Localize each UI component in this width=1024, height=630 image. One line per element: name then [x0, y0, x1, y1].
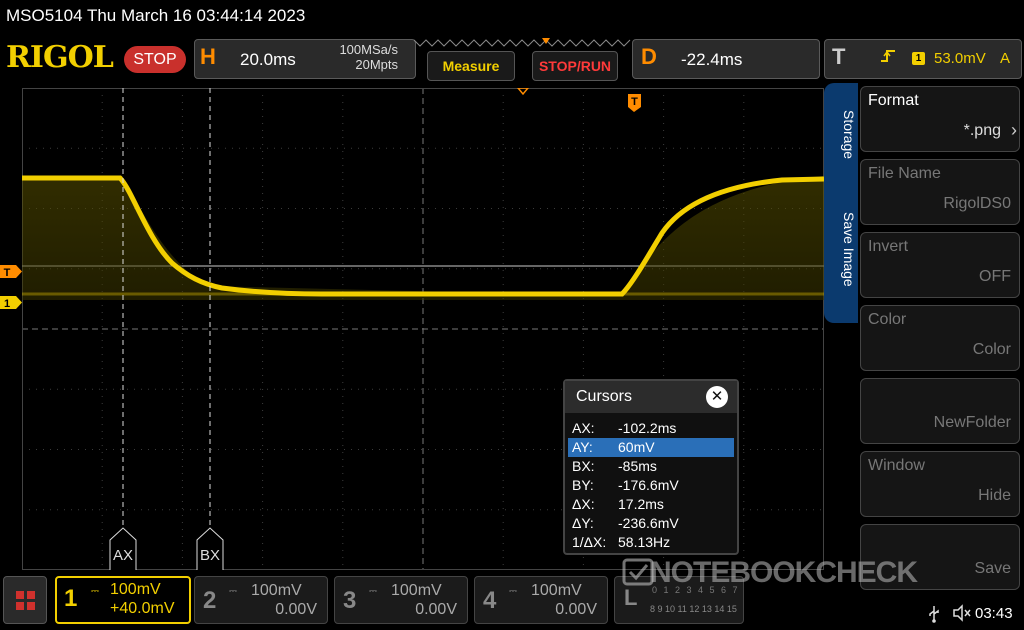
sample-rate: 100MSa/s — [339, 42, 398, 57]
home-button[interactable] — [3, 576, 47, 624]
trigger-source-badge: 1 — [912, 52, 925, 65]
menu-item-label: Color — [868, 311, 907, 328]
timebase-value: 20.0ms — [240, 50, 296, 69]
trigger-level-marker[interactable]: T — [0, 265, 22, 278]
cursor-row-value: 17.2ms — [618, 496, 664, 512]
usb-icon — [927, 605, 941, 627]
menu-item-value: Save — [974, 560, 1011, 577]
trigger-level: 53.0mV — [934, 50, 986, 67]
run-state-badge[interactable]: STOP — [124, 46, 186, 73]
clock: 03:43 — [975, 605, 1013, 622]
cursor-row-key: AX: — [572, 420, 595, 436]
trigger-position-letter: T — [631, 96, 638, 108]
cursor-row[interactable]: BY: -176.6mV — [568, 476, 734, 495]
menu-item-value: Hide — [978, 487, 1011, 504]
trigger-label: T — [832, 44, 846, 69]
cursor-row[interactable]: AY: 60mV — [568, 438, 734, 457]
ch1-offset-marker-number: 1 — [4, 298, 10, 309]
stop-run-button[interactable]: STOP/RUN — [532, 51, 618, 81]
menu-item-value: OFF — [979, 268, 1011, 285]
dc-coupling-icon: ⎓ — [369, 586, 377, 597]
menu-item-value: RigolDS0 — [943, 195, 1011, 212]
channel-offset: 0.00V — [415, 601, 457, 618]
cursor-row[interactable]: 1/ΔX: 58.13Hz — [568, 533, 734, 552]
channel-1-number: 1 — [64, 585, 78, 612]
trigger-mode: A — [1000, 50, 1011, 67]
cursor-row[interactable]: ΔY: -236.6mV — [568, 514, 734, 533]
channel-number: 4 — [483, 587, 497, 614]
cursor-row-value: -102.2ms — [618, 420, 677, 436]
cursor-row-value: 60mV — [618, 439, 655, 455]
cursor-b-label: BX — [200, 547, 220, 564]
channel-number: 3 — [343, 587, 357, 614]
menu-item-label: Window — [868, 457, 925, 474]
cursors-dialog-title: Cursors — [576, 388, 633, 405]
rising-edge-icon — [880, 48, 896, 69]
measure-button[interactable]: Measure — [427, 51, 515, 81]
cursor-row-key: ΔX: — [572, 496, 595, 512]
tab-storage[interactable]: Storage — [827, 110, 857, 180]
menu-item[interactable]: File Name RigolDS0 — [860, 159, 1020, 225]
cursor-row-value: 58.13Hz — [618, 534, 671, 550]
cursor-row-value: -176.6mV — [618, 477, 679, 493]
ch1-offset-marker[interactable]: 1 — [0, 296, 22, 309]
channel-1-scale: 100mV — [110, 581, 161, 598]
device-title: MSO5104 Thu March 16 03:44:14 2023 — [6, 6, 306, 25]
cursor-row-value: -85ms — [618, 458, 657, 474]
channel-offset: 0.00V — [275, 601, 317, 618]
channel-4-box[interactable]: 4 ⎓ 100mV 0.00V — [474, 576, 608, 624]
cursor-row-key: AY: — [572, 439, 593, 455]
channel-2-box[interactable]: 2 ⎓ 100mV 0.00V — [194, 576, 328, 624]
cursor-row[interactable]: BX: -85ms — [568, 457, 734, 476]
menu-item-value: Color — [972, 341, 1011, 358]
memory-depth: 20Mpts — [355, 57, 398, 72]
cursor-row-key: ΔY: — [572, 515, 594, 531]
speaker-muted-icon[interactable] — [952, 604, 972, 627]
cursor-row-key: BX: — [572, 458, 595, 474]
brand-logo: RIGOL — [6, 40, 114, 75]
menu-item-label: Format — [868, 92, 919, 109]
menu-item-label: File Name — [868, 165, 941, 182]
chevron-right-icon: › — [1011, 120, 1017, 140]
memory-position-strip — [414, 38, 631, 47]
cursor-a-label: AX — [113, 547, 133, 564]
close-icon[interactable]: ✕ — [706, 386, 728, 408]
channel-scale: 100mV — [251, 582, 302, 599]
trigger-level-marker-letter: T — [4, 267, 11, 278]
channel-scale: 100mV — [531, 582, 582, 599]
menu-item[interactable]: NewFolder — [860, 378, 1020, 444]
cursor-row[interactable]: AX: -102.2ms — [568, 419, 734, 438]
channel-1-offset: +40.0mV — [110, 600, 175, 617]
channel-number: 2 — [203, 587, 217, 614]
channel-3-box[interactable]: 3 ⎓ 100mV 0.00V — [334, 576, 468, 624]
cursor-row-key: 1/ΔX: — [572, 534, 607, 550]
menu-item[interactable]: Window Hide — [860, 451, 1020, 517]
menu-item[interactable]: Format *.png › — [860, 86, 1020, 152]
tab-save-image[interactable]: Save Image — [827, 212, 857, 312]
channel-scale: 100mV — [391, 582, 442, 599]
menu-item-value: *.png — [963, 122, 1001, 139]
channel-offset: 0.00V — [555, 601, 597, 618]
cursor-row[interactable]: ΔX: 17.2ms — [568, 495, 734, 514]
menu-item-value: NewFolder — [933, 414, 1011, 431]
logic-channels-high: 8 9 10 11 12 13 14 15 — [650, 604, 737, 614]
cursors-dialog: Cursors ✕ AX: -102.2ms AY: 60mV BX: -85ms BY: -… — [563, 379, 739, 555]
delay-label: D — [641, 44, 657, 69]
dc-coupling-icon: ⎓ — [509, 586, 517, 597]
dc-coupling-icon: ⎓ — [91, 586, 99, 597]
cursor-row-value: -236.6mV — [618, 515, 679, 531]
menu-item[interactable]: Color Color — [860, 305, 1020, 371]
menu-item[interactable]: Invert OFF — [860, 232, 1020, 298]
delay-value: -22.4ms — [681, 50, 743, 69]
horizontal-label: H — [200, 44, 216, 69]
cursor-row-key: BY: — [572, 477, 594, 493]
dc-coupling-icon: ⎓ — [229, 586, 237, 597]
watermark: NOTEBOOKCHECK — [650, 556, 918, 589]
menu-item-label: Invert — [868, 238, 909, 255]
